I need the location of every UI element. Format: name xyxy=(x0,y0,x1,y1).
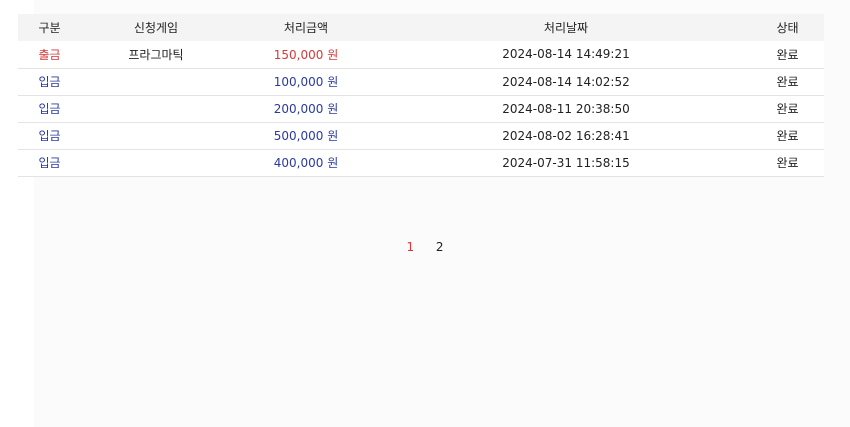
transaction-table: 구분 신청게임 처리금액 처리날짜 상태 출금 프라그마틱 150,000 원 … xyxy=(18,14,824,177)
cell-amount: 100,000 원 xyxy=(273,75,339,89)
table-row: 입금 200,000 원 2024-08-11 20:38:50 완료 xyxy=(18,95,824,122)
cell-game xyxy=(81,68,231,95)
cell-amount: 150,000 원 xyxy=(273,47,339,62)
header-game: 신청게임 xyxy=(133,21,179,35)
cell-amount: 400,000 원 xyxy=(273,156,339,170)
cell-game xyxy=(81,149,231,176)
table-row: 입금 500,000 원 2024-08-02 16:28:41 완료 xyxy=(18,122,824,149)
table-row: 출금 프라그마틱 150,000 원 2024-08-14 14:49:21 완… xyxy=(18,41,824,68)
page-link-2[interactable]: 2 xyxy=(436,240,444,254)
header-type: 구분 xyxy=(38,21,61,35)
cell-amount: 500,000 원 xyxy=(273,129,339,143)
cell-status: 완료 xyxy=(776,102,799,116)
pagination: 1 2 xyxy=(0,240,850,254)
header-status: 상태 xyxy=(776,21,799,35)
cell-status: 완료 xyxy=(776,47,799,62)
header-amount: 처리금액 xyxy=(283,21,329,35)
table-row: 입금 400,000 원 2024-07-31 11:58:15 완료 xyxy=(18,149,824,176)
transaction-table-container: 구분 신청게임 처리금액 처리날짜 상태 출금 프라그마틱 150,000 원 … xyxy=(18,14,824,177)
cell-type: 입금 xyxy=(38,156,61,170)
table-body: 출금 프라그마틱 150,000 원 2024-08-14 14:49:21 완… xyxy=(18,41,824,176)
table-header: 구분 신청게임 처리금액 처리날짜 상태 xyxy=(18,14,824,41)
cell-status: 완료 xyxy=(776,156,799,170)
cell-type: 입금 xyxy=(38,102,61,116)
cell-type: 출금 xyxy=(38,47,61,62)
cell-date: 2024-08-14 14:49:21 xyxy=(502,47,630,62)
cell-date: 2024-08-11 20:38:50 xyxy=(502,101,630,116)
cell-date: 2024-08-02 16:28:41 xyxy=(502,128,630,143)
cell-game: 프라그마틱 xyxy=(128,47,184,62)
cell-amount: 200,000 원 xyxy=(273,102,339,116)
page: 구분 신청게임 처리금액 처리날짜 상태 출금 프라그마틱 150,000 원 … xyxy=(0,0,850,427)
cell-date: 2024-08-14 14:02:52 xyxy=(502,74,630,89)
header-date: 처리날짜 xyxy=(543,21,589,35)
cell-status: 완료 xyxy=(776,75,799,89)
cell-type: 입금 xyxy=(38,75,61,89)
cell-type: 입금 xyxy=(38,129,61,143)
table-header-row: 구분 신청게임 처리금액 처리날짜 상태 xyxy=(18,14,824,41)
table-row: 입금 100,000 원 2024-08-14 14:02:52 완료 xyxy=(18,68,824,95)
cell-game xyxy=(81,122,231,149)
page-link-1[interactable]: 1 xyxy=(406,240,414,254)
cell-date: 2024-07-31 11:58:15 xyxy=(502,155,630,170)
cell-status: 완료 xyxy=(776,129,799,143)
cell-game xyxy=(81,95,231,122)
